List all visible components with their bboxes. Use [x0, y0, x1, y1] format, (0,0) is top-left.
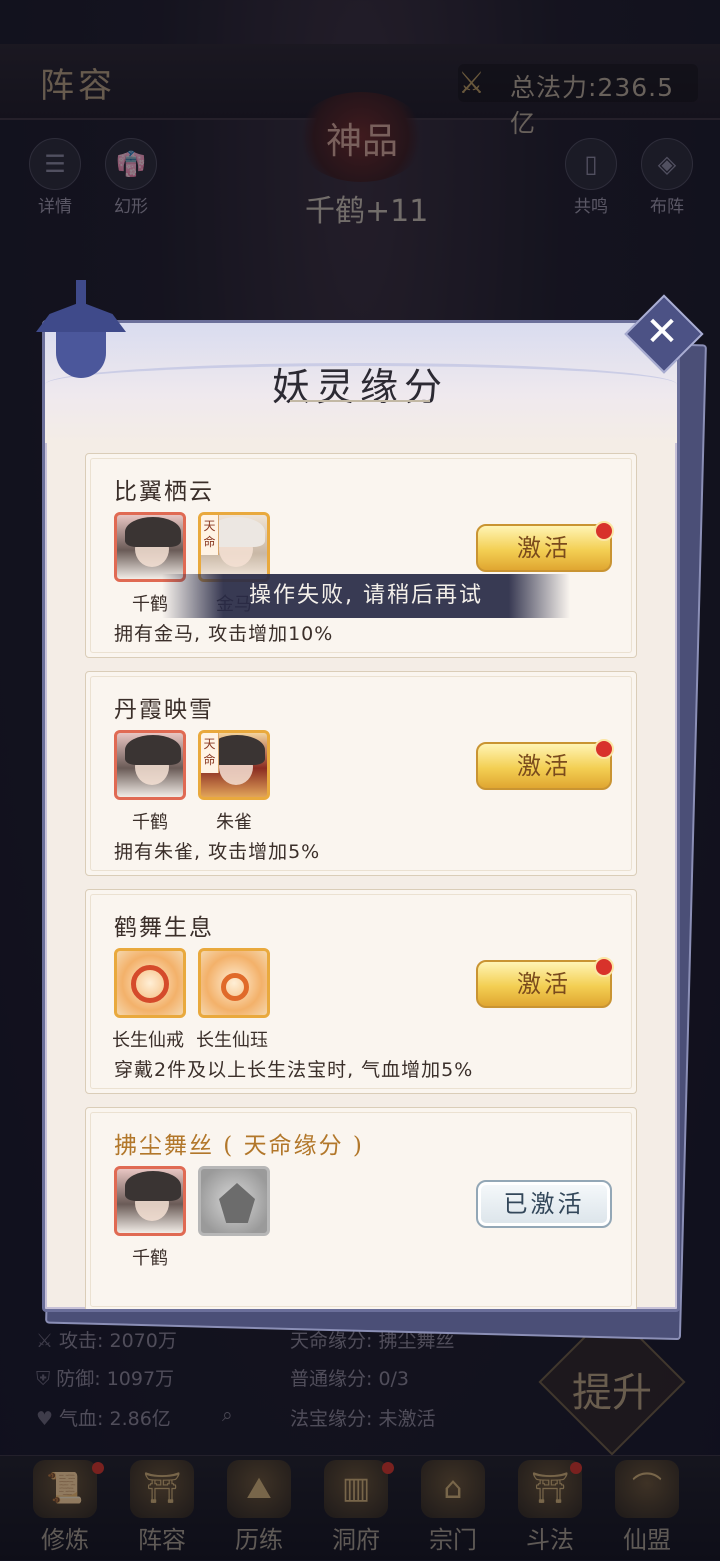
destiny-tag: 天命 — [201, 733, 219, 773]
bond-item-name: 千鹤 — [132, 1248, 168, 1269]
portrait-hair — [125, 735, 181, 765]
bond-card-title: 拂尘舞丝 ( 天命缘分 ) — [114, 1133, 364, 1159]
notification-dot — [594, 739, 614, 759]
hero-portrait — [114, 1166, 186, 1236]
bond-item[interactable]: 千鹤 — [114, 1166, 186, 1270]
portrait-hair — [125, 1171, 181, 1201]
hero-portrait: 天命 — [198, 512, 270, 582]
hero-portrait — [114, 730, 186, 800]
bond-item-name: 朱雀 — [216, 812, 252, 833]
ring-icon — [131, 965, 169, 1003]
hero-portrait: 天命 — [198, 730, 270, 800]
close-icon[interactable]: ✕ — [636, 306, 688, 358]
notification-dot — [594, 521, 614, 541]
bond-card-description: 穿戴2件及以上长生法宝时, 气血增加5% — [114, 1059, 474, 1081]
activate-button[interactable]: 激活 — [476, 739, 614, 790]
bond-item[interactable]: 长生仙戒 — [112, 948, 186, 1052]
activate-button-label: 激活 — [517, 534, 571, 562]
activate-button-label: 激活 — [517, 970, 571, 998]
activate-button[interactable]: 激活 — [476, 521, 614, 572]
bond-card-title: 丹霞映雪 — [114, 697, 214, 723]
bond-card: 鹤舞生息 长生仙戒 长生仙珏 穿戴2件及以上长生法宝时, 气血增加5% 激活 — [85, 889, 637, 1094]
skin-portrait — [198, 1166, 270, 1236]
destiny-tag: 天命 — [201, 515, 219, 555]
modal-title: 妖灵缘分 — [271, 365, 448, 409]
bond-item-name: 长生仙戒 — [112, 1030, 184, 1051]
bond-card: 丹霞映雪 千鹤 天命 朱雀 拥有朱雀, 攻击增加5% 激活 — [85, 671, 637, 876]
bond-card: 拂尘舞丝 ( 天命缘分 ) 千鹤 已激活 — [85, 1107, 637, 1309]
bond-card-description: 拥有金马, 攻击增加10% — [114, 623, 334, 645]
treasure-portrait — [198, 948, 270, 1018]
title-ornament — [290, 400, 430, 402]
error-toast: 操作失败, 请稍后再试 — [162, 574, 570, 618]
treasure-portrait — [114, 948, 186, 1018]
bond-card-description: 拥有朱雀, 攻击增加5% — [114, 841, 321, 863]
bond-card-title: 鹤舞生息 — [114, 915, 214, 941]
activated-button-label: 已激活 — [503, 1190, 585, 1218]
activated-button: 已激活 — [476, 1180, 612, 1228]
pagoda-roof — [36, 302, 126, 332]
bond-item[interactable]: 长生仙珏 — [196, 948, 270, 1052]
activate-button-label: 激活 — [517, 752, 571, 780]
bond-item[interactable]: 千鹤 — [114, 730, 186, 834]
bond-card: 比翼栖云 千鹤 天命 金马 拥有金马, 攻击增加10% 激活 — [85, 453, 637, 658]
portrait-hair — [125, 517, 181, 547]
pagoda-spire — [76, 280, 86, 304]
notification-dot — [594, 957, 614, 977]
activate-button[interactable]: 激活 — [476, 957, 614, 1008]
bond-item-name: 长生仙珏 — [196, 1030, 268, 1051]
bond-card-title: 比翼栖云 — [114, 479, 214, 505]
fox-icon — [219, 1183, 255, 1223]
bond-item[interactable]: 天命 朱雀 — [198, 730, 270, 834]
hero-portrait — [114, 512, 186, 582]
bond-item-name: 千鹤 — [132, 812, 168, 833]
pendant-icon — [221, 973, 249, 1001]
bond-item[interactable] — [198, 1166, 270, 1236]
bond-modal: 比翼栖云 千鹤 天命 金马 拥有金马, 攻击增加10% 激活 丹霞映雪 千鹤 天… — [42, 320, 680, 1312]
